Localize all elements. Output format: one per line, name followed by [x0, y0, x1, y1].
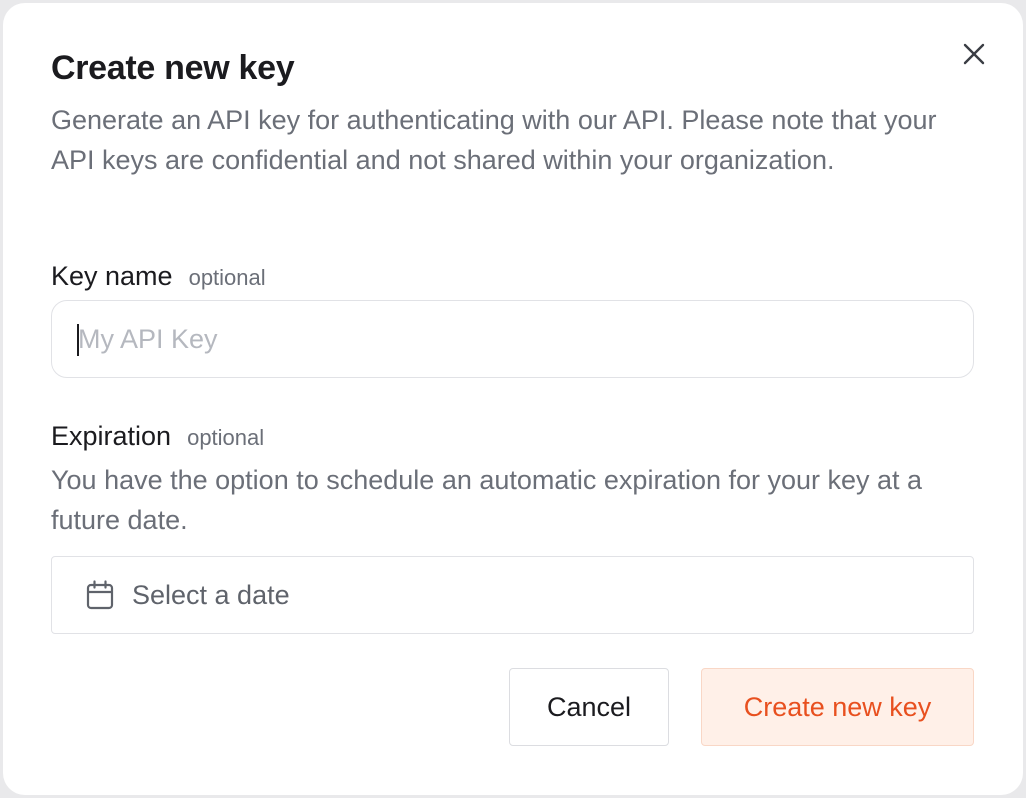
create-key-dialog: Create new key Generate an API key for a… [3, 3, 1023, 795]
dialog-title: Create new key [51, 49, 295, 87]
date-placeholder: Select a date [132, 579, 290, 610]
date-picker[interactable]: Select a date [51, 556, 974, 634]
expiration-description: You have the option to schedule an autom… [51, 465, 923, 535]
expiration-optional: optional [187, 425, 265, 450]
expiration-label-row: Expiration optional [51, 421, 264, 452]
key-name-label: Key name [51, 261, 173, 291]
calendar-icon [86, 580, 114, 610]
key-name-optional: optional [188, 265, 266, 290]
key-name-label-row: Key name optional [51, 261, 266, 292]
text-caret [77, 324, 79, 356]
dialog-description: Generate an API key for authenticating w… [51, 105, 937, 175]
close-icon [963, 43, 985, 65]
expiration-label: Expiration [51, 421, 172, 451]
key-name-input[interactable] [51, 300, 974, 378]
create-key-button[interactable]: Create new key [701, 668, 974, 746]
cancel-button[interactable]: Cancel [509, 668, 669, 746]
close-button[interactable] [959, 39, 989, 69]
